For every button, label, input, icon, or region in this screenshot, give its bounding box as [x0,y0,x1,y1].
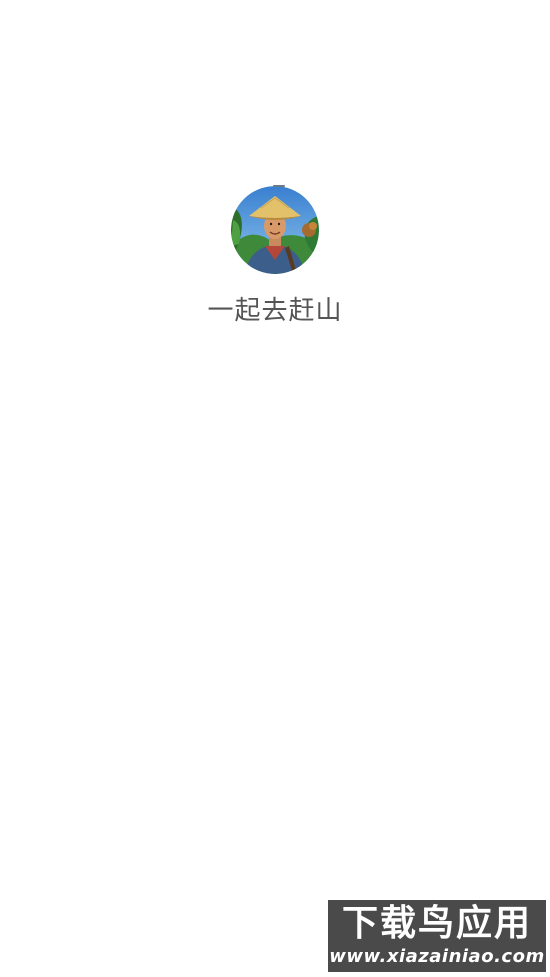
watermark-url: www.xiazainiao.com [329,946,545,967]
farmer-avatar-icon [231,186,319,274]
splash-content: 一起去赶山 [0,185,550,328]
app-name: 一起去赶山 [207,296,343,326]
app-icon-container [231,185,319,274]
splash-screen: 一起去赶山 下载鸟应用 www.xiazainiao.com [0,0,550,977]
watermark-badge: 下载鸟应用 www.xiazainiao.com [328,900,546,972]
watermark-title: 下载鸟应用 [341,903,532,944]
icon-notch [273,185,285,187]
